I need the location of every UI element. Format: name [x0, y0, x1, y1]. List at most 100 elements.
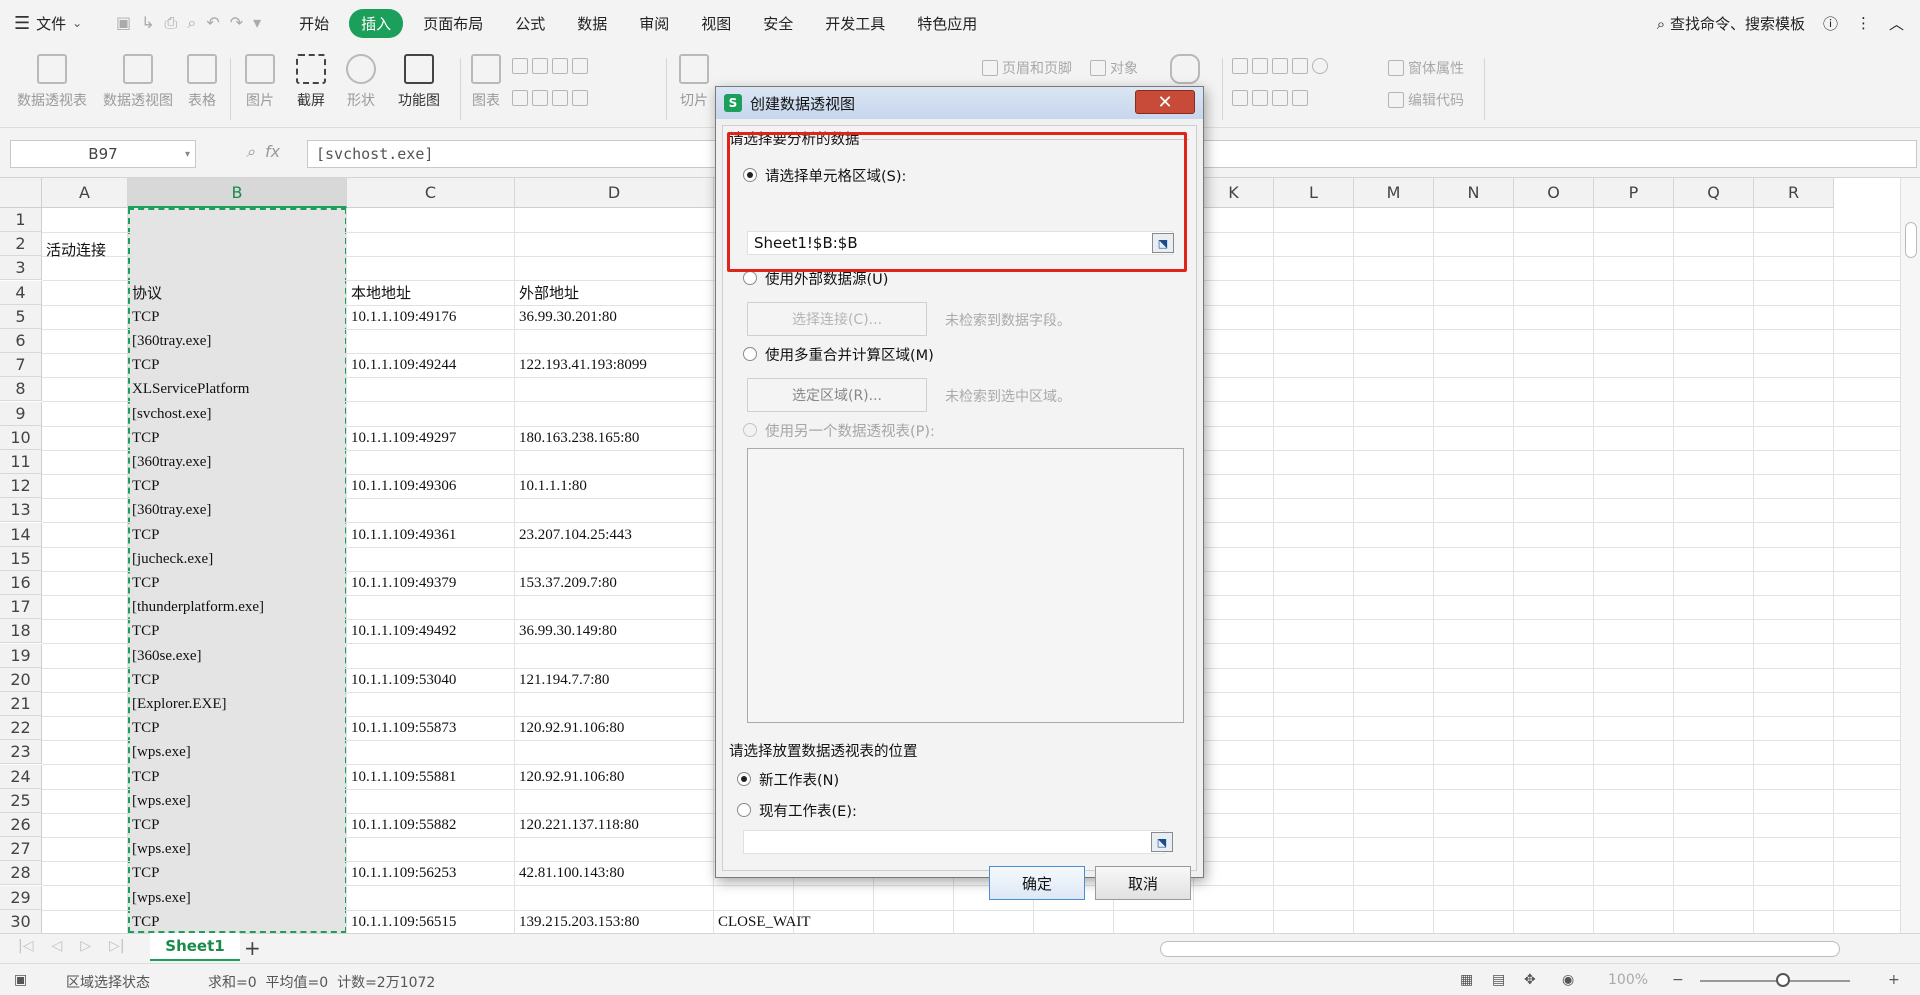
first-sheet-icon[interactable]: |◁: [18, 938, 33, 954]
row-header[interactable]: 28: [0, 861, 42, 886]
cell-b14[interactable]: TCP: [128, 523, 160, 547]
help-icon[interactable]: ⓘ: [1823, 13, 1838, 34]
macro-record-icon[interactable]: ▣: [14, 972, 27, 988]
destination-input[interactable]: [743, 830, 1165, 854]
cell-b28[interactable]: TCP: [128, 861, 160, 885]
cell-d12[interactable]: 10.1.1.1:80: [515, 474, 587, 498]
normal-view-icon[interactable]: ▦: [1460, 972, 1473, 988]
cell-b22[interactable]: TCP: [128, 716, 160, 740]
tab-1[interactable]: 插入: [349, 8, 404, 38]
scrollbar-thumb[interactable]: [1905, 222, 1917, 258]
select-all-corner[interactable]: [0, 178, 42, 208]
column-header-q[interactable]: Q: [1674, 178, 1754, 208]
function-chart-button[interactable]: 功能图: [390, 54, 448, 110]
tab-4[interactable]: 数据: [565, 9, 619, 38]
cell-c30[interactable]: 10.1.1.109:56515: [347, 910, 456, 933]
column-header-r[interactable]: R: [1754, 178, 1834, 208]
tab-6[interactable]: 视图: [689, 9, 743, 38]
column-header-o[interactable]: O: [1514, 178, 1594, 208]
choose-connection-button[interactable]: 选择连接(C)...: [747, 302, 927, 336]
multi-range-radio[interactable]: [743, 347, 757, 361]
close-button[interactable]: ✕: [1135, 90, 1195, 114]
cell-d7[interactable]: 122.193.41.193:8099: [515, 353, 647, 377]
row-header[interactable]: 4: [0, 280, 42, 305]
cell-c24[interactable]: 10.1.1.109:55881: [347, 765, 456, 789]
cell-b11[interactable]: [360tray.exe]: [128, 450, 211, 474]
new-sheet-radio[interactable]: [737, 772, 751, 786]
customize-icon[interactable]: ▾: [253, 13, 261, 33]
tab-5[interactable]: 审阅: [627, 9, 681, 38]
cell-b17[interactable]: [thunderplatform.exe]: [128, 595, 264, 619]
select-region-button[interactable]: 选定区域(R)...: [747, 378, 927, 412]
cell-b18[interactable]: TCP: [128, 619, 160, 643]
row-header[interactable]: 27: [0, 837, 42, 862]
cell-d5[interactable]: 36.99.30.201:80: [515, 305, 617, 329]
print-icon[interactable]: ⎙: [165, 13, 178, 33]
slicer-button[interactable]: 切片: [674, 54, 714, 110]
eye-protection-icon[interactable]: ◉: [1562, 972, 1574, 988]
row-header[interactable]: 22: [0, 716, 42, 741]
existing-sheet-radio[interactable]: [737, 803, 751, 817]
fx-icon[interactable]: fx: [265, 142, 280, 162]
tab-9[interactable]: 特色应用: [905, 9, 989, 38]
cell-d24[interactable]: 120.92.91.106:80: [515, 765, 624, 789]
collapse-ribbon-icon[interactable]: ︿: [1889, 13, 1904, 34]
cell-c28[interactable]: 10.1.1.109:56253: [347, 861, 456, 885]
new-sheet-label[interactable]: 新工作表(N): [759, 769, 839, 790]
row-header[interactable]: 20: [0, 667, 42, 692]
row-header[interactable]: 14: [0, 522, 42, 547]
cell-b30[interactable]: TCP: [128, 910, 160, 933]
cancel-button[interactable]: 取消: [1095, 866, 1191, 900]
header-footer-button[interactable]: 页眉和页脚: [982, 58, 1072, 78]
cell-b8[interactable]: XLServicePlatform: [128, 377, 249, 401]
cell-b12[interactable]: TCP: [128, 474, 160, 498]
tab-0[interactable]: 开始: [287, 9, 341, 38]
cell-b24[interactable]: TCP: [128, 765, 160, 789]
last-sheet-icon[interactable]: ▷|: [109, 938, 124, 954]
external-source-radio[interactable]: [743, 271, 757, 285]
column-header-d[interactable]: D: [515, 178, 714, 208]
cell-b10[interactable]: TCP: [128, 426, 160, 450]
pivot-table-button[interactable]: 数据透视表: [12, 54, 92, 110]
file-menu-button[interactable]: ☰ 文件 ⌄: [14, 13, 100, 34]
row-header[interactable]: 24: [0, 764, 42, 789]
chart-button[interactable]: 图表: [468, 54, 504, 110]
cell-c4[interactable]: 本地地址: [347, 281, 411, 305]
cell-b13[interactable]: [360tray.exe]: [128, 498, 211, 522]
cell-b16[interactable]: TCP: [128, 571, 160, 595]
zoom-slider-track[interactable]: [1700, 980, 1850, 982]
cell-c22[interactable]: 10.1.1.109:55873: [347, 716, 456, 740]
row-header[interactable]: 13: [0, 498, 42, 523]
vertical-scrollbar[interactable]: [1900, 178, 1920, 933]
cell-b20[interactable]: TCP: [128, 668, 160, 692]
cell-c10[interactable]: 10.1.1.109:49297: [347, 426, 456, 450]
zoom-out-icon[interactable]: −: [1672, 972, 1684, 988]
row-header[interactable]: 6: [0, 329, 42, 353]
cell-d22[interactable]: 120.92.91.106:80: [515, 716, 624, 740]
dialog-title-bar[interactable]: S 创建数据透视图 ✕: [716, 87, 1203, 119]
cell-d30[interactable]: 139.215.203.153:80: [515, 910, 639, 933]
cell-b15[interactable]: [jucheck.exe]: [128, 547, 213, 571]
screenshot-button[interactable]: 截屏: [288, 54, 334, 110]
cell-c26[interactable]: 10.1.1.109:55882: [347, 813, 456, 837]
cell-b6[interactable]: [360tray.exe]: [128, 329, 211, 353]
row-header[interactable]: 12: [0, 474, 42, 499]
zoom-icon[interactable]: ⌕: [246, 142, 255, 162]
cell-b4[interactable]: 协议: [128, 281, 162, 305]
column-header-m[interactable]: M: [1354, 178, 1434, 208]
cell-c20[interactable]: 10.1.1.109:53040: [347, 668, 456, 692]
row-header[interactable]: 2: [0, 232, 42, 257]
row-header[interactable]: 26: [0, 813, 42, 837]
column-header-p[interactable]: P: [1594, 178, 1674, 208]
cell-c12[interactable]: 10.1.1.109:49306: [347, 474, 456, 498]
cell-b25[interactable]: [wps.exe]: [128, 789, 191, 813]
row-header[interactable]: 21: [0, 692, 42, 716]
destination-picker-button[interactable]: ⬔: [1151, 832, 1173, 852]
sheet-tab-sheet1[interactable]: Sheet1: [150, 933, 240, 961]
cell-b19[interactable]: [360se.exe]: [128, 644, 202, 668]
form-properties-button[interactable]: 窗体属性: [1388, 58, 1464, 78]
tab-8[interactable]: 开发工具: [813, 9, 897, 38]
row-header[interactable]: 25: [0, 788, 42, 813]
form-controls-row-2[interactable]: [1232, 90, 1308, 106]
cell-b27[interactable]: [wps.exe]: [128, 837, 191, 861]
